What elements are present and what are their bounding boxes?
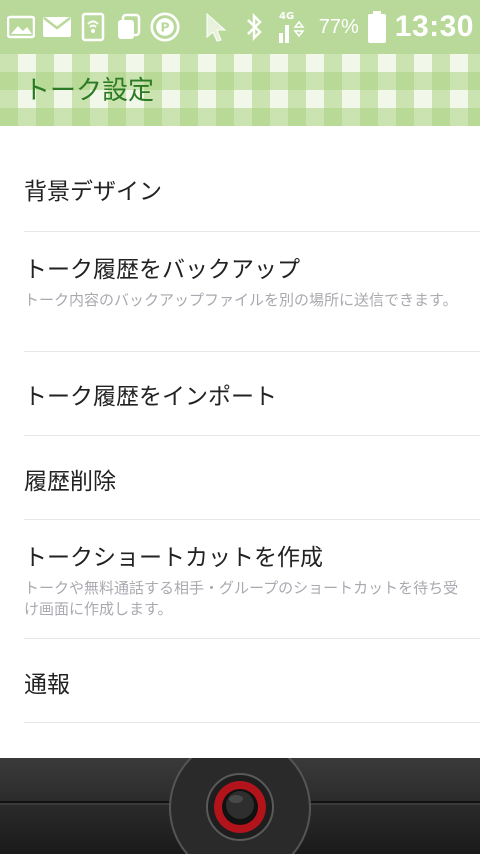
sim-wifi-icon [78, 12, 108, 42]
clock: 13:30 [394, 10, 474, 43]
setting-title: トーク履歴をインポート [24, 384, 277, 410]
mail-icon [42, 12, 72, 42]
home-button[interactable] [205, 772, 275, 842]
setting-title: 通報 [24, 672, 70, 698]
battery-icon [367, 11, 387, 43]
system-icons: 4G 77% 13:30 [201, 0, 474, 54]
svg-text:P: P [160, 20, 169, 34]
setting-import-history[interactable]: トーク履歴をインポート [0, 352, 480, 436]
signal-4g-icon: 4G [277, 11, 311, 43]
notification-icons: P [0, 12, 180, 42]
setting-title: トーク履歴をバックアップ [24, 257, 300, 283]
settings-list: 背景デザイン トーク履歴をバックアップ トーク内容のバックアップファイルを別の場… [0, 126, 480, 723]
cursor-icon [201, 12, 231, 42]
setting-delete-history[interactable]: 履歴削除 [0, 436, 480, 520]
setting-title: トークショートカットを作成 [24, 545, 323, 571]
copy-icon [114, 12, 144, 42]
setting-create-shortcut[interactable]: トークショートカットを作成 トークや無料通話する相手・グループのショートカットを… [0, 520, 480, 639]
app-header: トーク設定 [0, 54, 480, 126]
setting-background-design[interactable]: 背景デザイン [0, 126, 480, 232]
network-type: 4G [279, 11, 294, 22]
setting-report[interactable]: 通報 [0, 639, 480, 723]
bottom-bar [0, 758, 480, 854]
page-title: トーク設定 [24, 76, 155, 106]
gallery-icon [6, 12, 36, 42]
setting-title: 背景デザイン [24, 179, 162, 205]
setting-backup-history[interactable]: トーク履歴をバックアップ トーク内容のバックアップファイルを別の場所に送信できま… [0, 232, 480, 352]
status-bar: P 4G 77% 13:30 [0, 0, 480, 54]
divider [24, 722, 480, 723]
battery-percent: 77% [318, 15, 359, 38]
setting-subtitle: トーク内容のバックアップファイルを別の場所に送信できます。 [24, 291, 458, 309]
bluetooth-icon [239, 12, 269, 42]
setting-subtitle: トークや無料通話する相手・グループのショートカットを待ち受け画面に作成します。 [24, 579, 459, 618]
p-circle-icon: P [150, 12, 180, 42]
setting-title: 履歴削除 [24, 469, 116, 495]
